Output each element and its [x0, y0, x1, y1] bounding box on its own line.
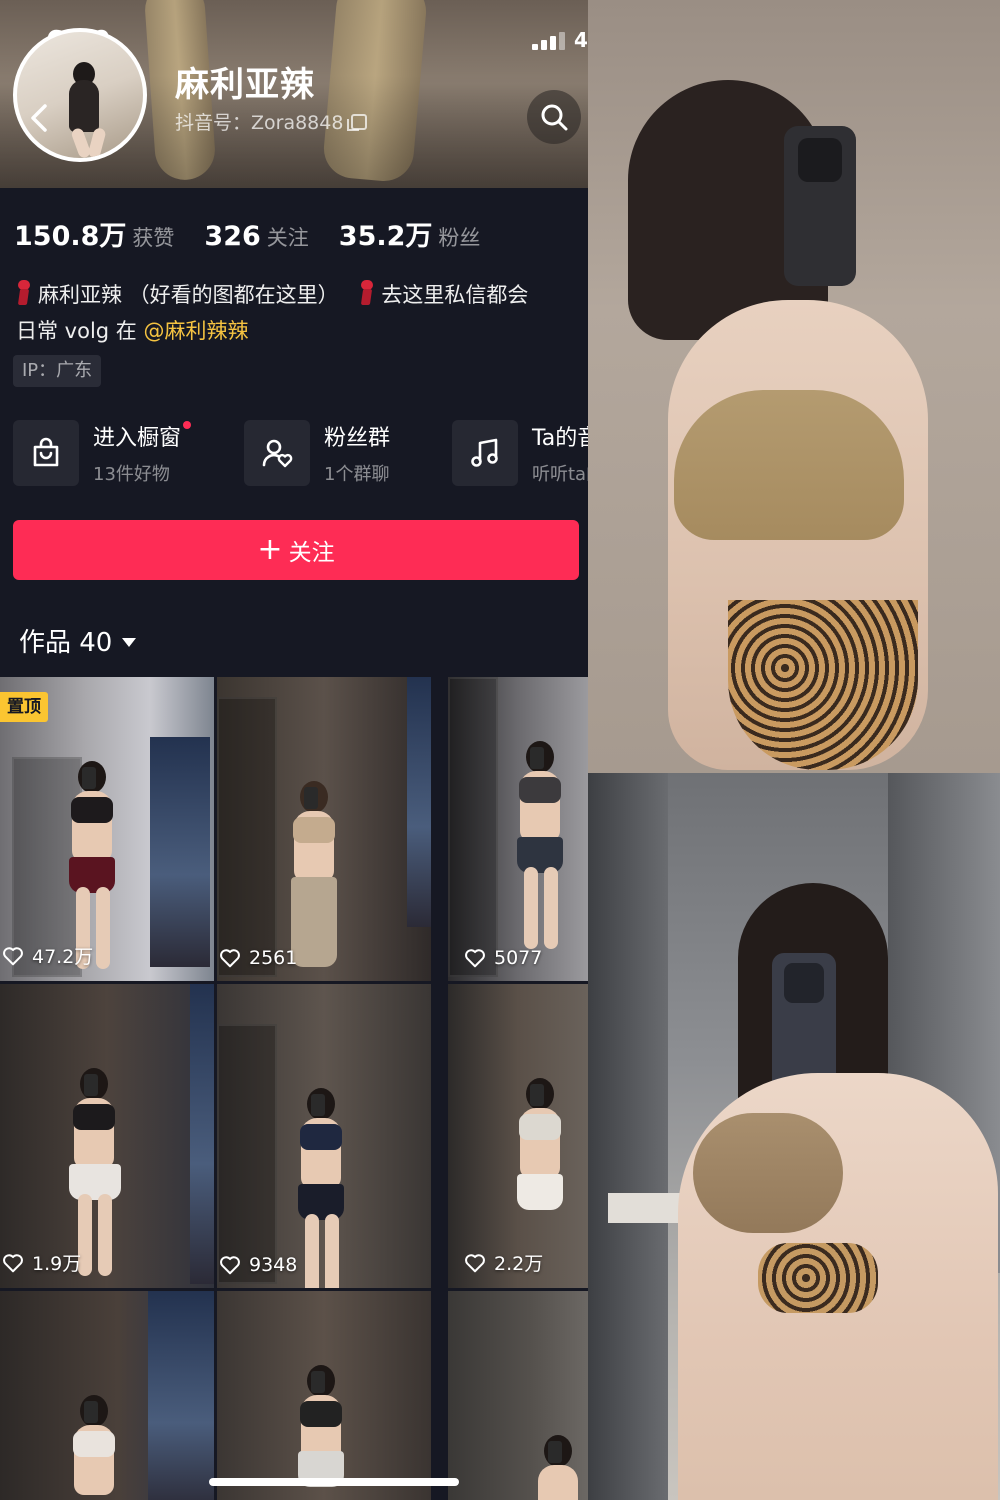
shortcut-row: 进入橱窗 13件好物 粉丝群 1个群聊 Ta的 听听ta — [13, 417, 588, 489]
stat-value: 35.2万 — [338, 221, 433, 252]
profile-name: 麻利亚辣 — [175, 65, 315, 105]
heart-icon — [220, 1256, 240, 1275]
stat-following[interactable]: 326 关注 — [204, 221, 308, 252]
photo-mirror-selfie-top — [588, 0, 1000, 773]
bio-line-2: 日常 volg 在 @麻利辣辣 — [16, 313, 588, 349]
video-thumbnail[interactable] — [0, 1291, 214, 1500]
shortcut-subtitle: 13件好物 — [93, 464, 170, 485]
plus-icon: + — [257, 532, 283, 567]
bio-text: 日常 volg 在 — [16, 319, 144, 343]
notification-dot — [183, 421, 192, 429]
avatar[interactable] — [13, 28, 147, 162]
follow-label: 关注 — [288, 540, 335, 566]
stat-label: 粉丝 — [438, 226, 481, 250]
stat-value: 150.8万 — [14, 221, 127, 252]
douyin-id-text: 抖音号：Zora8848 — [175, 112, 344, 134]
heart-icon — [465, 1253, 485, 1272]
like-count: 47.2万 — [2, 942, 93, 969]
shortcut-subtitle: 1个群聊 — [324, 464, 390, 485]
caret-down-icon[interactable] — [122, 638, 137, 647]
follow-button[interactable]: + 关注 — [13, 520, 579, 580]
like-count: 9348 — [219, 1254, 297, 1276]
bio-mention-link[interactable]: @麻利辣辣 — [143, 319, 248, 343]
bio-text: 麻利亚辣 （好看的图都在这里） — [38, 283, 339, 307]
bio-text: 去这里私信都会 — [381, 283, 529, 307]
shortcut-icon-box — [244, 420, 310, 486]
scarf-emoji-icon — [359, 280, 375, 306]
shortcut-icon-box — [452, 420, 518, 486]
heart-icon — [3, 946, 23, 965]
fan-group-icon — [262, 439, 293, 468]
pinned-badge: 置顶 — [0, 692, 48, 722]
shortcut-title: 粉丝群 — [324, 426, 391, 451]
video-thumbnail[interactable]: 5077 — [448, 677, 588, 981]
profile-screen: 6:19 4G 麻利亚辣 抖音号：Zora8848 150.8万 获赞 326 — [0, 0, 588, 1500]
music-note-icon — [471, 438, 498, 467]
heart-icon — [465, 949, 485, 968]
like-count: 1.9万 — [2, 1249, 81, 1276]
video-thumbnail[interactable] — [448, 1291, 588, 1500]
stat-likes: 150.8万 获赞 — [14, 214, 174, 253]
stat-label: 关注 — [266, 226, 309, 250]
search-icon — [541, 104, 568, 131]
shortcut-subtitle: 听听ta的音乐 — [532, 464, 588, 485]
heart-icon — [220, 949, 240, 968]
shopping-bag-icon — [33, 437, 59, 467]
like-count: 5077 — [464, 947, 542, 969]
video-thumbnail[interactable]: 置顶 47.2万 — [0, 677, 214, 981]
bio-line-1: 麻利亚辣 （好看的图都在这里） 去这里私信都会 — [16, 277, 588, 313]
video-thumbnail[interactable] — [217, 1291, 431, 1500]
ip-location-tag: IP：广东 — [13, 355, 102, 387]
profile-stats: 150.8万 获赞 326 关注 35.2万 粉丝 — [14, 214, 480, 253]
shortcut-title: Ta的音乐 — [532, 426, 588, 451]
like-count: 2.2万 — [464, 1249, 543, 1276]
photo-mirror-selfie-bottom — [588, 773, 1000, 1500]
stat-label: 获赞 — [132, 226, 175, 250]
shortcut-icon-box — [13, 420, 79, 486]
scarf-emoji-icon — [16, 280, 32, 306]
shortcut-title: 进入橱窗 — [93, 420, 192, 452]
heart-icon — [3, 1253, 23, 1272]
video-thumbnail[interactable]: 9348 — [217, 984, 431, 1288]
like-count: 2561 — [219, 947, 297, 969]
copy-icon[interactable] — [347, 113, 368, 131]
video-thumbnail[interactable]: 2.2万 — [448, 984, 588, 1288]
chevron-left-icon — [31, 104, 47, 132]
network-label: 4G — [574, 28, 588, 52]
back-button[interactable] — [20, 96, 60, 140]
douyin-id[interactable]: 抖音号：Zora8848 — [175, 108, 368, 135]
shortcut-showcase[interactable]: 进入橱窗 13件好物 — [13, 417, 192, 489]
home-indicator[interactable] — [209, 1478, 459, 1486]
search-button[interactable] — [527, 90, 581, 144]
video-thumbnail[interactable]: 2561 — [217, 677, 431, 981]
signal-icon: 4G — [532, 30, 588, 50]
profile-bio: 麻利亚辣 （好看的图都在这里） 去这里私信都会 日常 volg 在 @麻利辣辣 — [16, 277, 588, 349]
shortcut-fan-group[interactable]: 粉丝群 1个群聊 — [244, 417, 390, 489]
video-thumbnail[interactable]: 1.9万 — [0, 984, 214, 1288]
works-tab-label: 作品 40 — [19, 628, 113, 658]
shortcut-music[interactable]: Ta的音乐 听听ta的音乐 — [452, 417, 588, 489]
stat-value: 326 — [204, 221, 261, 252]
tab-works[interactable]: 作品 40 — [19, 622, 137, 659]
stat-followers[interactable]: 35.2万 粉丝 — [339, 214, 481, 253]
